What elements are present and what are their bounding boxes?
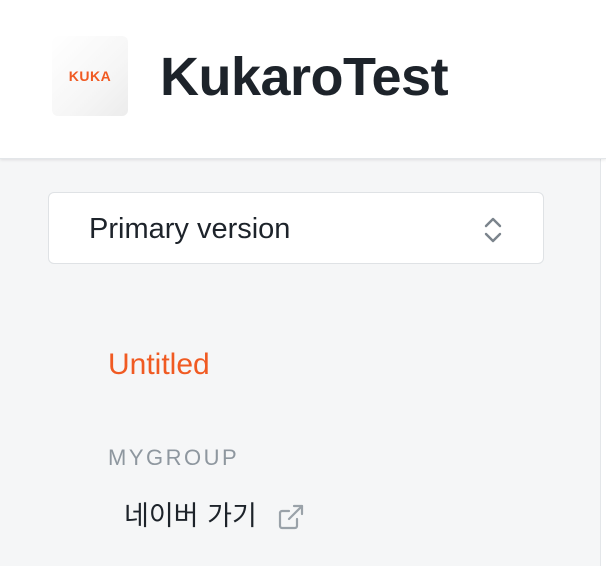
logo[interactable]: KUKA bbox=[52, 36, 128, 116]
sidebar-item-naver[interactable]: 네이버 가기 bbox=[124, 498, 305, 536]
sidebar-group-label: MYGROUP bbox=[108, 445, 240, 470]
page: KUKA KukaroTest Primary version Untitled… bbox=[0, 0, 606, 566]
sidebar-item-untitled[interactable]: Untitled bbox=[108, 346, 210, 384]
logo-text: KUKA bbox=[68, 68, 112, 84]
sidebar-item-label: 네이버 가기 bbox=[124, 501, 257, 532]
version-select[interactable]: Primary version bbox=[48, 192, 544, 264]
chevron-up-down-icon bbox=[484, 217, 502, 243]
sidebar: Primary version Untitled MYGROUP 네이버 가기 bbox=[0, 158, 601, 566]
version-select-value: Primary version bbox=[89, 213, 291, 245]
external-link-icon bbox=[278, 504, 303, 530]
site-title[interactable]: KukaroTest bbox=[160, 44, 449, 110]
site-header: KUKA KukaroTest bbox=[0, 0, 606, 159]
